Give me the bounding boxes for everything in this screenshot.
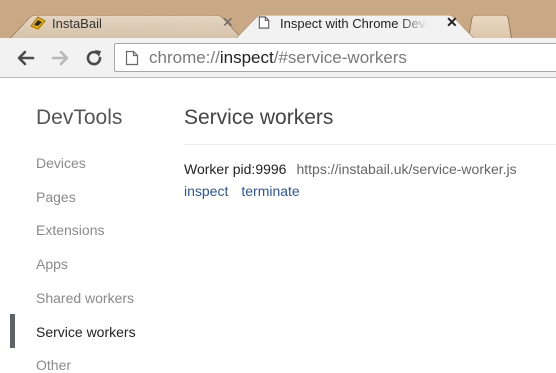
- new-tab-button[interactable]: [468, 8, 512, 38]
- sidebar-item-service-workers[interactable]: Service workers: [36, 324, 136, 340]
- worker-actions: inspect terminate: [184, 183, 300, 199]
- title-divider: [184, 144, 556, 145]
- tab-inspect[interactable]: Inspect with Chrome Developer Tools ✕: [236, 8, 474, 38]
- devtools-sidebar: DevTools Devices Pages Extensions Apps S…: [0, 78, 160, 373]
- tab-title: InstaBail: [52, 16, 102, 31]
- terminate-link[interactable]: terminate: [241, 183, 299, 199]
- inspect-link[interactable]: inspect: [184, 183, 228, 199]
- url-host: inspect: [219, 48, 274, 67]
- url-path: /#service-workers: [273, 48, 407, 67]
- page-icon: [258, 16, 270, 29]
- main-panel: Service workers Worker pid:9996 https://i…: [184, 78, 556, 371]
- sidebar-item-apps[interactable]: Apps: [36, 256, 68, 272]
- close-tab-icon[interactable]: ✕: [446, 15, 458, 29]
- forward-arrow-icon[interactable]: [50, 48, 70, 68]
- close-tab-icon[interactable]: ✕: [222, 15, 234, 29]
- worker-pid: Worker pid:9996: [184, 161, 287, 177]
- page-title: Service workers: [184, 106, 334, 129]
- tab-instabail[interactable]: InstaBail ✕: [10, 8, 242, 38]
- worker-row: Worker pid:9996 https://instabail.uk/serv…: [184, 161, 517, 177]
- instabail-favicon-icon: [30, 16, 46, 30]
- tab-strip: InstaBail ✕ Inspect with Chrome Develope…: [0, 0, 556, 38]
- reload-icon[interactable]: [84, 48, 104, 68]
- url-text: chrome://inspect/#service-workers: [149, 48, 407, 68]
- sidebar-item-pages[interactable]: Pages: [36, 189, 76, 205]
- selected-indicator: [10, 314, 15, 348]
- tab-title: Inspect with Chrome Developer Tools: [280, 16, 428, 31]
- sidebar-title: DevTools: [36, 106, 123, 129]
- page-icon: [125, 50, 139, 66]
- address-bar[interactable]: chrome://inspect/#service-workers: [114, 43, 556, 72]
- sidebar-item-extensions[interactable]: Extensions: [36, 222, 104, 238]
- toolbar: chrome://inspect/#service-workers: [0, 38, 556, 78]
- sidebar-item-shared-workers[interactable]: Shared workers: [36, 290, 134, 306]
- url-scheme: chrome://: [149, 48, 220, 67]
- back-arrow-icon[interactable]: [16, 48, 36, 68]
- worker-url: https://instabail.uk/service-worker.js: [296, 161, 517, 177]
- sidebar-item-devices[interactable]: Devices: [36, 155, 86, 171]
